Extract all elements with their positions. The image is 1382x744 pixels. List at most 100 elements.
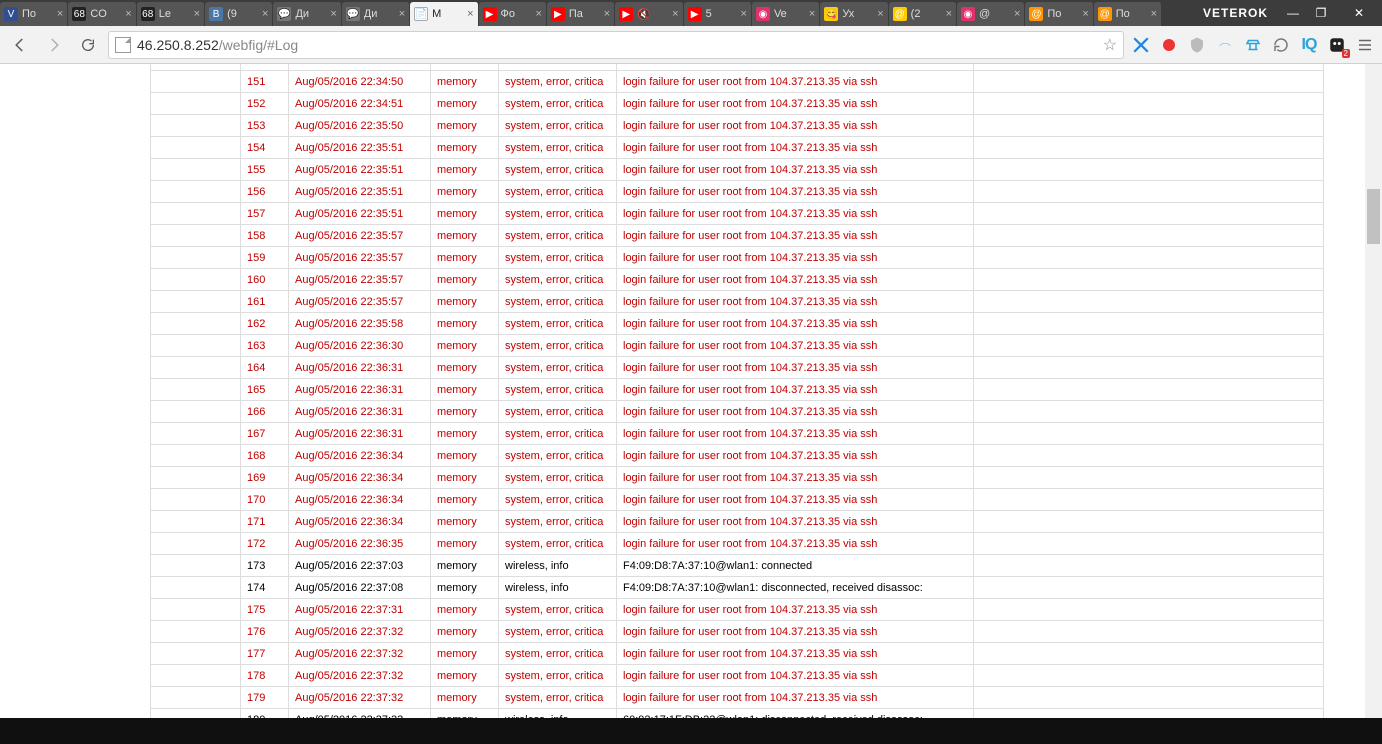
log-cell-buffer: memory xyxy=(431,423,499,445)
browser-tab[interactable]: 💬Ди× xyxy=(342,2,410,26)
log-cell-time: Aug/05/2016 22:36:34 xyxy=(289,511,431,533)
browser-tab[interactable]: 💬Ди× xyxy=(273,2,341,26)
log-cell-id: 178 xyxy=(241,665,289,687)
tab-close-icon[interactable]: × xyxy=(1014,8,1020,20)
log-cell-end xyxy=(974,269,1324,291)
tab-close-icon[interactable]: × xyxy=(194,8,200,20)
log-cell-buffer: memory xyxy=(431,93,499,115)
window-close-button[interactable]: ✕ xyxy=(1336,3,1382,23)
tab-close-icon[interactable]: × xyxy=(672,8,678,20)
log-row: 166Aug/05/2016 22:36:31memorysystem, err… xyxy=(151,401,1324,423)
tab-close-icon[interactable]: × xyxy=(399,8,405,20)
browser-tab[interactable]: @(2× xyxy=(889,2,957,26)
log-cell-end xyxy=(974,687,1324,709)
extension-icon[interactable]: 2 xyxy=(1326,34,1348,56)
log-cell-end xyxy=(974,137,1324,159)
nav-reload-button[interactable] xyxy=(74,31,102,59)
log-cell-topics: system, error, critica xyxy=(499,467,617,489)
tab-close-icon[interactable]: × xyxy=(1082,8,1088,20)
tab-close-icon[interactable]: × xyxy=(57,8,63,20)
bookmark-star-icon[interactable]: ☆ xyxy=(1103,35,1117,55)
log-cell-topics: system, error, critica xyxy=(499,379,617,401)
tab-label: По xyxy=(22,8,55,20)
log-row: 180Aug/05/2016 22:37:33memorywireless, i… xyxy=(151,709,1324,719)
log-cell-id: 179 xyxy=(241,687,289,709)
extension-icon[interactable] xyxy=(1158,34,1180,56)
log-cell-message: login failure for user root from 104.37.… xyxy=(617,115,974,137)
browser-tab[interactable]: 📄M× xyxy=(410,2,478,26)
tab-close-icon[interactable]: × xyxy=(262,8,268,20)
tab-close-icon[interactable]: × xyxy=(741,8,747,20)
scrollbar-thumb[interactable] xyxy=(1367,189,1380,244)
log-cell-time: Aug/05/2016 22:34:50 xyxy=(289,71,431,93)
tab-close-icon[interactable]: × xyxy=(467,8,473,20)
log-row: 160Aug/05/2016 22:35:57memorysystem, err… xyxy=(151,269,1324,291)
tab-close-icon[interactable]: × xyxy=(1151,8,1157,20)
tab-close-icon[interactable]: × xyxy=(604,8,610,20)
browser-tab[interactable]: @По× xyxy=(1025,2,1093,26)
nav-forward-button[interactable] xyxy=(40,31,68,59)
browser-tab[interactable]: 68CO× xyxy=(68,2,136,26)
log-cell-message: login failure for user root from 104.37.… xyxy=(617,269,974,291)
log-cell-end xyxy=(974,71,1324,93)
window-minimize-button[interactable]: — xyxy=(1280,3,1306,23)
window-user-label: VETEROK xyxy=(1203,6,1268,20)
log-cell-blank xyxy=(151,489,241,511)
log-cell-topics: system, error, critica xyxy=(499,599,617,621)
log-cell-topics: system, error, critica xyxy=(499,489,617,511)
extension-icon[interactable] xyxy=(1242,34,1264,56)
page-viewport: 151Aug/05/2016 22:34:50memorysystem, err… xyxy=(0,64,1382,718)
tab-close-icon[interactable]: × xyxy=(877,8,883,20)
log-cell-blank xyxy=(151,115,241,137)
extension-icon[interactable] xyxy=(1130,34,1152,56)
log-cell-blank xyxy=(151,247,241,269)
browser-tab[interactable]: ◉@× xyxy=(957,2,1025,26)
vertical-scrollbar[interactable] xyxy=(1365,64,1382,718)
browser-tab[interactable]: ▶5× xyxy=(684,2,752,26)
tab-label: CO xyxy=(90,8,123,20)
browser-tab[interactable]: ◉Ve× xyxy=(752,2,820,26)
log-cell-message: F4:09:D8:7A:37:10@wlan1: connected xyxy=(617,555,974,577)
browser-menu-button[interactable] xyxy=(1354,34,1376,56)
browser-tab[interactable]: ▶Фо× xyxy=(479,2,547,26)
log-row: 171Aug/05/2016 22:36:34memorysystem, err… xyxy=(151,511,1324,533)
browser-tab[interactable]: ▶🔇× xyxy=(615,2,683,26)
tab-close-icon[interactable]: × xyxy=(330,8,336,20)
log-cell-topics: wireless, info xyxy=(499,577,617,599)
tab-close-icon[interactable]: × xyxy=(125,8,131,20)
log-row: 161Aug/05/2016 22:35:57memorysystem, err… xyxy=(151,291,1324,313)
log-cell-buffer: memory xyxy=(431,335,499,357)
log-cell-id: 160 xyxy=(241,269,289,291)
tab-close-icon[interactable]: × xyxy=(809,8,815,20)
extension-icon[interactable] xyxy=(1270,34,1292,56)
browser-tab[interactable]: 68Le× xyxy=(137,2,205,26)
browser-tab[interactable]: @По× xyxy=(1094,2,1162,26)
window-maximize-button[interactable]: ❐ xyxy=(1308,3,1334,23)
tab-close-icon[interactable]: × xyxy=(946,8,952,20)
browser-tab[interactable]: B(9× xyxy=(205,2,273,26)
log-cell-id: 171 xyxy=(241,511,289,533)
log-cell-blank xyxy=(151,665,241,687)
tab-favicon: 😋 xyxy=(824,7,838,21)
log-cell-end xyxy=(974,159,1324,181)
browser-tab[interactable]: 😋Ух× xyxy=(820,2,888,26)
tab-close-icon[interactable]: × xyxy=(535,8,541,20)
log-cell-blank xyxy=(151,313,241,335)
log-cell-end xyxy=(974,489,1324,511)
address-bar[interactable]: 46.250.8.252/webfig/#Log ☆ xyxy=(108,31,1124,59)
log-cell-end xyxy=(974,203,1324,225)
extension-icon[interactable]: IQ xyxy=(1298,34,1320,56)
log-cell-topics: system, error, critica xyxy=(499,181,617,203)
log-cell-message: F4:09:D8:7A:37:10@wlan1: disconnected, r… xyxy=(617,577,974,599)
log-cell-topics: system, error, critica xyxy=(499,401,617,423)
log-cell-time: Aug/05/2016 22:35:50 xyxy=(289,115,431,137)
browser-tab[interactable]: ▶Па× xyxy=(547,2,615,26)
log-cell-id: 158 xyxy=(241,225,289,247)
nav-back-button[interactable] xyxy=(6,31,34,59)
log-cell-blank xyxy=(151,137,241,159)
log-cell-time: Aug/05/2016 22:37:03 xyxy=(289,555,431,577)
extension-icon[interactable] xyxy=(1214,34,1236,56)
log-row: 167Aug/05/2016 22:36:31memorysystem, err… xyxy=(151,423,1324,445)
extension-icon[interactable] xyxy=(1186,34,1208,56)
browser-tab[interactable]: VПо× xyxy=(0,2,68,26)
